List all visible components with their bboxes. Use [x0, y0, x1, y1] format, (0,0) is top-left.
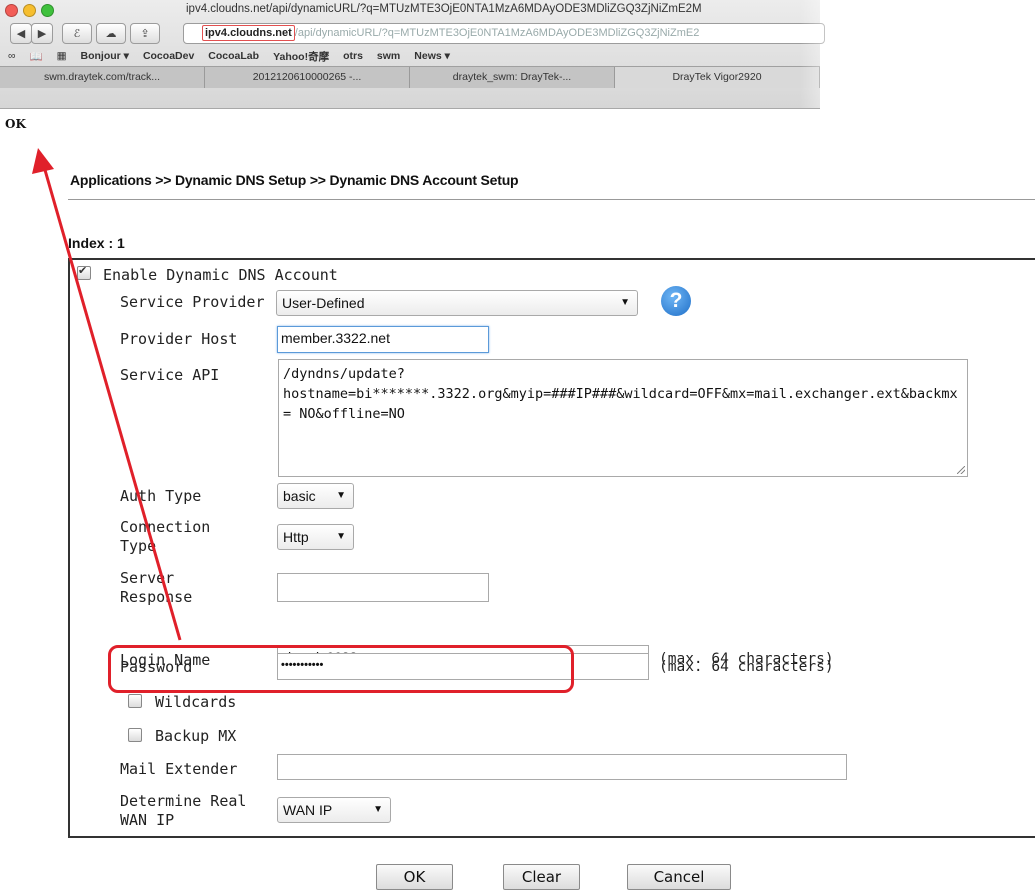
annotation-arrowhead-icon [32, 148, 54, 174]
annotation-overlay [32, 148, 182, 641]
annotation-arrow-line [43, 169, 182, 641]
